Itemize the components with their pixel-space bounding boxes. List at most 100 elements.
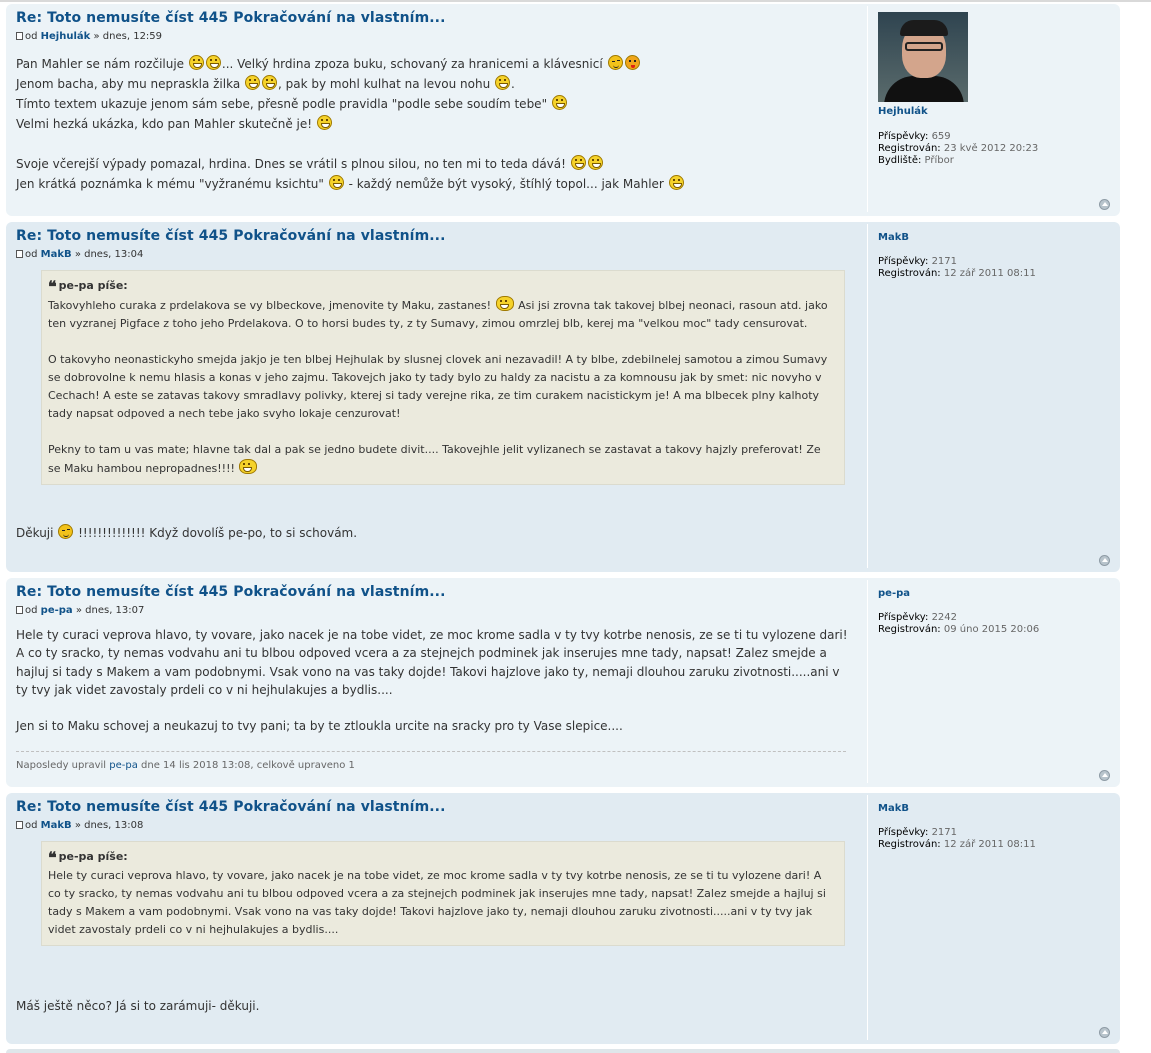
tongue-smiley-icon (624, 55, 640, 70)
edit-notice: Naposledy upravil pe-pa dne 14 lis 2018 … (16, 751, 846, 775)
post-author-line: od Hejhulák » dnes, 12:59 (16, 30, 852, 44)
post-text: Tímto textem ukazuje jenom sám sebe, pře… (16, 97, 551, 111)
profile-location-value: Příbor (924, 155, 954, 166)
post-text: . (511, 77, 515, 91)
quote-cite: ❝ pe-pa píše: (48, 277, 834, 296)
post-text: , pak by mohl kulhat na levou nohu (278, 77, 495, 91)
profile-posts-value[interactable]: 2171 (932, 827, 957, 838)
author-link[interactable]: Hejhulák (41, 31, 91, 42)
author-link[interactable]: MakB (41, 249, 72, 260)
post-content: Hele ty curaci veprova hlavo, ty vovare,… (16, 626, 852, 776)
post-icon[interactable] (16, 821, 23, 829)
author-prefix: od (25, 31, 38, 42)
post-text: Svoje včerejší výpady pomazal, hrdina. D… (16, 157, 570, 171)
back-to-top-icon[interactable] (1099, 770, 1110, 781)
profile-posts: Příspěvky: 659 (878, 131, 1123, 143)
quote-text: Takovyhleho curaka z prdelakova se vy bl… (48, 299, 495, 312)
grin-smiley-icon (551, 95, 567, 110)
author-prefix: od (25, 249, 38, 260)
post-title-link[interactable]: Re: Toto nemusíte číst 445 Pokračování n… (16, 799, 852, 815)
post-title-link[interactable]: Re: Toto nemusíte číst 445 Pokračování n… (16, 228, 852, 244)
quote-text: Pekny to tam u vas mate; hlavne tak dal … (48, 443, 821, 475)
quote-cite: ❝ pe-pa píše: (48, 848, 834, 867)
grin-smiley-icon (316, 115, 332, 130)
profile-location: Bydliště: Příbor (878, 155, 1123, 167)
profile-posts: Příspěvky: 2171 (878, 256, 1123, 268)
post: Re: Toto nemusíte číst 445 Pokračování n… (6, 793, 1120, 1044)
quote-block: ❝ pe-pa píše: Hele ty curaci veprova hlav… (41, 841, 845, 946)
post-icon[interactable] (16, 32, 23, 40)
post-title-link[interactable]: Re: Toto nemusíte číst 445 Pokračování n… (16, 10, 852, 26)
profile-registered-value: 12 zář 2011 08:11 (943, 268, 1036, 279)
post-content: ❝ pe-pa píše: Takovyhleho curaka z prdela… (16, 270, 852, 543)
post-author-line: od pe-pa » dnes, 13:07 (16, 604, 852, 618)
profile-registered-label: Registrován: (878, 839, 941, 850)
post-time: » dnes, 12:59 (93, 31, 163, 42)
post: Re: Toto nemusíte číst 445 Pokračování n… (6, 4, 1120, 216)
quote-paragraph: Hele ty curaci veprova hlavo, ty vovare,… (48, 869, 826, 936)
quote-mark-icon: ❝ (48, 277, 57, 296)
profile-posts: Příspěvky: 2242 (878, 612, 1123, 624)
post-time: » dnes, 13:07 (75, 605, 145, 616)
quote-paragraph: Takovyhleho curaka z prdelakova se vy bl… (48, 296, 834, 333)
back-to-top-icon[interactable] (1099, 1027, 1110, 1038)
wink-smiley-icon (58, 524, 74, 539)
laugh-smiley-icon (262, 75, 277, 90)
top-divider (0, 0, 1151, 2)
post-text: Děkuji (16, 526, 58, 540)
grin-smiley-icon (570, 155, 586, 170)
profile-registered-value: 09 úno 2015 20:06 (943, 624, 1040, 635)
post-time: » dnes, 13:04 (74, 249, 144, 260)
profile-posts-value[interactable]: 659 (932, 131, 951, 142)
post-text: Jen si to Maku schovej a neukazuj to tvy… (16, 719, 623, 734)
profile-username-link[interactable]: Hejhulák (878, 106, 928, 117)
profile-location-label: Bydliště: (878, 155, 922, 166)
profile-posts: Příspěvky: 2171 (878, 827, 1123, 839)
quote-paragraph: O takovyho neonastickyho smejda jakjo je… (48, 353, 828, 420)
author-prefix: od (25, 605, 38, 616)
post-time: » dnes, 13:08 (74, 820, 144, 831)
profile-username-link[interactable]: MakB (878, 232, 909, 243)
post-title-link[interactable]: Re: Toto nemusíte číst 445 Pokračování n… (16, 584, 852, 600)
profile-username-link[interactable]: MakB (878, 803, 909, 814)
post-profile: pe-pa Příspěvky: 2242 Registrován: 09 ún… (867, 580, 1123, 783)
profile-posts-value[interactable]: 2171 (932, 256, 957, 267)
post-body: Re: Toto nemusíte číst 445 Pokračování n… (16, 582, 852, 776)
author-link[interactable]: pe-pa (41, 605, 73, 616)
profile-posts-label: Příspěvky: (878, 827, 929, 838)
quote-mark-icon: ❝ (48, 848, 57, 867)
avatar[interactable] (878, 12, 968, 102)
post-author-line: od MakB » dnes, 13:08 (16, 819, 852, 833)
profile-registered: Registrován: 23 kvě 2012 20:23 (878, 143, 1123, 155)
post-content: ❝ pe-pa píše: Hele ty curaci veprova hlav… (16, 841, 852, 1016)
edit-notice-suffix: dne 14 lis 2018 13:08, celkově upraveno … (141, 760, 355, 772)
profile-posts-value[interactable]: 2242 (932, 612, 957, 623)
post-profile: MakB Příspěvky: 2171 Registrován: 12 zář… (867, 224, 1123, 568)
author-link[interactable]: MakB (41, 820, 72, 831)
author-prefix: od (25, 820, 38, 831)
profile-registered-label: Registrován: (878, 268, 941, 279)
laugh-smiley-icon (245, 75, 260, 90)
post-text: Máš ještě něco? Já si to zarámuji- děkuj… (16, 999, 260, 1013)
back-to-top-icon[interactable] (1099, 555, 1110, 566)
profile-registered-value: 12 zář 2011 08:11 (943, 839, 1036, 850)
quote-cite-text: pe-pa píše: (58, 279, 128, 292)
profile-posts-label: Příspěvky: (878, 612, 929, 623)
edit-notice-user-link[interactable]: pe-pa (109, 760, 138, 771)
post-icon[interactable] (16, 250, 23, 258)
post-icon[interactable] (16, 606, 23, 614)
post-text: Jen krátká poznámka k mému "vyžranému ks… (16, 177, 328, 191)
grin-smiley-icon (668, 175, 684, 190)
post-text: Pan Mahler se nám rozčiluje (16, 57, 188, 71)
quote-paragraph: Pekny to tam u vas mate; hlavne tak dal … (48, 441, 834, 478)
post: Re: Toto nemusíte číst 445 Pokračování n… (6, 222, 1120, 572)
back-to-top-icon[interactable] (1099, 199, 1110, 210)
laugh-smiley-icon (495, 75, 511, 90)
profile-username-link[interactable]: pe-pa (878, 588, 910, 599)
post-text: Jenom bacha, aby mu nepraskla žilka (16, 77, 244, 91)
profile-registered-value: 23 kvě 2012 20:23 (943, 143, 1039, 154)
post-body: Re: Toto nemusíte číst 445 Pokračování n… (16, 797, 852, 1016)
post-author-line: od MakB » dnes, 13:04 (16, 248, 852, 262)
post-text: - každý nemůže být vysoký, štíhlý topol.… (344, 177, 668, 191)
post-profile: Hejhulák Příspěvky: 659 Registrován: 23 … (867, 6, 1123, 212)
